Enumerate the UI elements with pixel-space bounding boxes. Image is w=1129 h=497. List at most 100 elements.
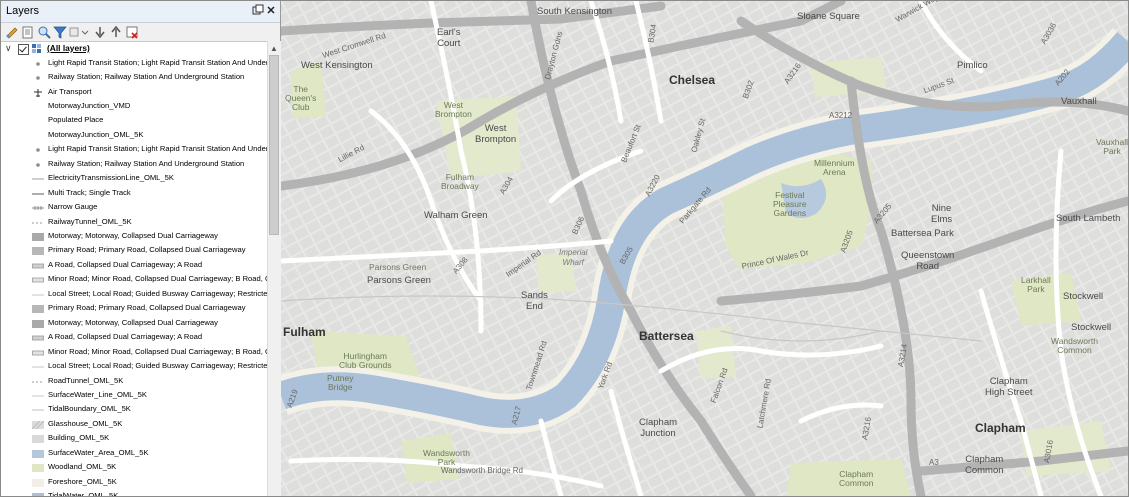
map-label-vauxhall-park: Vauxhall Park <box>1096 137 1128 156</box>
map-label-festival-gardens: Festival Pleasure Gardens <box>773 190 807 218</box>
layer-item[interactable]: Minor Road; Minor Road, Collapsed Dual C… <box>1 346 267 360</box>
layer-item[interactable]: Woodland_OML_5K <box>1 461 267 475</box>
layer-item[interactable]: TidalWater_OML_5K <box>1 490 267 496</box>
layer-item[interactable]: Populated Place <box>1 114 267 128</box>
map-label-wandsworth-common: Wandsworth Common <box>1051 336 1098 355</box>
layer-item[interactable]: Local Street; Local Road; Guided Busway … <box>1 288 267 302</box>
zoom-to-layer-icon[interactable] <box>37 25 51 39</box>
scroll-up-icon[interactable]: ▲ <box>270 44 278 53</box>
map-label-sands-end: Sands End <box>521 290 548 312</box>
map-label-south-lambeth: South Lambeth <box>1056 213 1121 224</box>
map-label-putney-bridge: Putney Bridge <box>327 373 354 392</box>
layer-item[interactable]: Primary Road; Primary Road, Collapsed Du… <box>1 244 267 258</box>
layer-item[interactable]: MotorwayJunction_VMD <box>1 100 267 114</box>
layer-symbol-icon <box>32 263 44 269</box>
layer-visibility-checkbox[interactable] <box>18 44 29 55</box>
map-label-a3212: A3212 <box>829 111 853 120</box>
layer-item[interactable]: Minor Road; Minor Road, Collapsed Dual C… <box>1 273 267 287</box>
map-label-parsons-green: Parsons Green <box>367 275 431 286</box>
layer-item[interactable]: Light Rapid Transit Station; Light Rapid… <box>1 143 267 157</box>
layer-label: MotorwayJunction_OML_5K <box>48 129 144 139</box>
layer-item[interactable]: Foreshore_OML_5K <box>1 476 267 490</box>
layer-label: Air Transport <box>48 86 92 96</box>
layer-item[interactable]: Motorway; Motorway, Collapsed Dual Carri… <box>1 317 267 331</box>
layer-label: MotorwayJunction_VMD <box>48 100 131 110</box>
layer-symbol-icon <box>32 247 44 256</box>
layer-item[interactable]: RailwayTunnel_OML_5K <box>1 216 267 230</box>
layers-scrollbar[interactable]: ▲ <box>267 41 281 496</box>
layer-item[interactable]: Building_OML_5K <box>1 432 267 446</box>
scroll-thumb[interactable] <box>269 55 279 235</box>
map-label-west-kensington: West Kensington <box>301 60 373 71</box>
layer-symbol-icon <box>32 335 44 341</box>
layer-item[interactable]: Railway Station; Railway Station And Und… <box>1 158 267 172</box>
layer-group-icon <box>32 44 41 53</box>
layer-item[interactable]: RoadTunnel_OML_5K <box>1 375 267 389</box>
layer-item[interactable]: MotorwayJunction_OML_5K <box>1 129 267 143</box>
map-label-battersea: Battersea <box>639 329 694 343</box>
map-label-vauxhall: Vauxhall <box>1061 96 1097 107</box>
layer-item[interactable]: Primary Road; Primary Road, Collapsed Du… <box>1 302 267 316</box>
layer-symbol-icon <box>32 319 44 328</box>
float-panel-icon[interactable] <box>251 4 265 18</box>
layer-symbol-icon <box>32 117 44 125</box>
layer-label: Minor Road; Minor Road, Collapsed Dual C… <box>48 346 267 356</box>
filter-icon[interactable] <box>53 25 67 39</box>
layer-item[interactable]: Air Transport <box>1 86 267 100</box>
application-window: Layers ✕ ∨ (All layers) Light Rapid Tran… <box>0 0 1129 497</box>
layer-label: Building_OML_5K <box>48 433 110 443</box>
layer-symbol-icon <box>32 464 44 473</box>
layer-symbol-icon <box>36 162 40 167</box>
layer-item[interactable]: A Road, Collapsed Dual Carriageway; A Ro… <box>1 259 267 273</box>
layer-label: A Road, Collapsed Dual Carriageway; A Ro… <box>48 259 203 269</box>
layer-item[interactable]: Railway Station; Railway Station And Und… <box>1 71 267 85</box>
layer-item[interactable]: ElectricityTransmissionLine_OML_5K <box>1 172 267 186</box>
layer-item[interactable]: Glasshouse_OML_5K <box>1 418 267 432</box>
map-label-pimlico: Pimlico <box>957 60 988 71</box>
move-layer-down-icon[interactable] <box>93 25 107 39</box>
map-label-stockwell-park: Stockwell <box>1063 291 1104 302</box>
map-label-nine-elms: Nine Elms <box>931 203 953 225</box>
layer-item[interactable]: Motorway; Motorway, Collapsed Dual Carri… <box>1 230 267 244</box>
layer-label: A Road, Collapsed Dual Carriageway; A Ro… <box>48 332 203 342</box>
map-label-west-brompton: West Brompton <box>475 123 517 145</box>
layer-label: RailwayTunnel_OML_5K <box>48 216 132 226</box>
layer-item[interactable]: Multi Track; Single Track <box>1 187 267 201</box>
layer-symbol-icon <box>32 409 44 411</box>
layer-label: Multi Track; Single Track <box>48 187 131 197</box>
layer-label: Railway Station; Railway Station And Und… <box>48 72 245 82</box>
map-label-imperial-wharf: Imperial Wharf <box>559 248 588 267</box>
layer-label: RoadTunnel_OML_5K <box>48 375 124 385</box>
layer-properties-icon[interactable] <box>21 25 35 39</box>
layer-item[interactable]: TidalBoundary_OML_5K <box>1 403 267 417</box>
layer-label: Narrow Gauge <box>48 202 98 212</box>
layer-item[interactable]: SurfaceWater_Line_OML_5K <box>1 389 267 403</box>
layer-label: Local Street; Local Road; Guided Busway … <box>48 288 267 298</box>
layer-symbol-icon <box>32 420 44 429</box>
layer-symbol-icon <box>32 395 44 397</box>
move-layer-up-icon[interactable] <box>109 25 123 39</box>
layers-tree: ∨ (All layers) Light Rapid Transit Stati… <box>1 41 267 496</box>
layer-item[interactable]: Narrow Gauge <box>1 201 267 215</box>
layer-item[interactable]: A Road, Collapsed Dual Carriageway; A Ro… <box>1 331 267 345</box>
map-label-queens-club: The Queen's Club <box>285 84 317 112</box>
layer-symbol-icon <box>32 277 44 283</box>
layer-label: Primary Road; Primary Road, Collapsed Du… <box>48 303 246 313</box>
layers-toolbar <box>1 23 280 41</box>
map-label-millennium-arena: Millennium Arena <box>814 158 855 177</box>
layer-label: Minor Road; Minor Road, Collapsed Dual C… <box>48 274 267 284</box>
map-label-south-kensington: South Kensington <box>537 6 613 17</box>
layer-item[interactable]: Local Street; Local Road; Guided Busway … <box>1 360 267 374</box>
layer-item[interactable]: SurfaceWater_Area_OML_5K <box>1 447 267 461</box>
remove-layer-icon[interactable] <box>125 25 139 39</box>
layer-label: Motorway; Motorway, Collapsed Dual Carri… <box>48 231 218 240</box>
layer-item[interactable]: Light Rapid Transit Station; Light Rapid… <box>1 57 267 71</box>
layer-label: Foreshore_OML_5K <box>48 476 117 486</box>
collapse-icon[interactable]: ∨ <box>5 43 12 54</box>
layers-root[interactable]: ∨ (All layers) <box>1 42 267 56</box>
group-layers-dropdown-icon[interactable] <box>69 25 89 39</box>
map-label-sloane-square: Sloane Square <box>797 11 860 22</box>
map-canvas[interactable]: South Kensington Sloane Square Warwick W… <box>281 1 1128 496</box>
close-panel-icon[interactable]: ✕ <box>264 4 278 18</box>
add-layer-icon[interactable] <box>5 25 19 39</box>
